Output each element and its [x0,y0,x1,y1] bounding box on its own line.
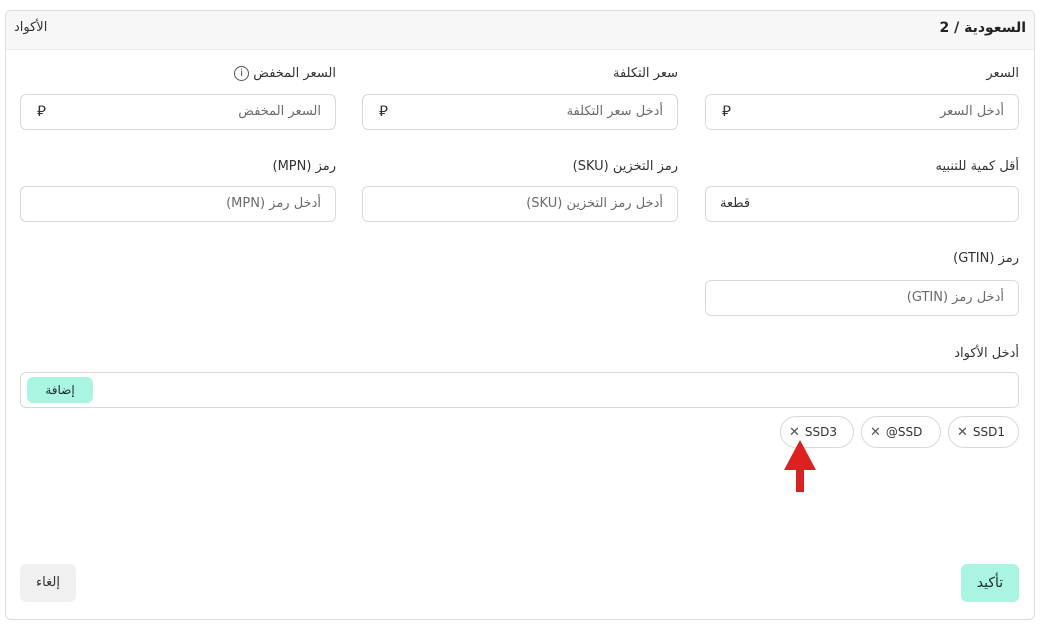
mpn-label: رمز (MPN) [272,159,336,174]
price-label: السعر [986,66,1019,81]
price-input[interactable]: أدخل السعر ⃁ [705,94,1019,130]
keyword-chip[interactable]: ✕ SSD1 [948,416,1019,448]
riyal-currency-icon: ⃁ [379,102,388,120]
gtin-placeholder: أدخل رمز (GTIN) [906,290,1004,305]
panel-header: السعودية / 2 الأكواد [6,11,1034,50]
price-placeholder: أدخل السعر [939,104,1004,119]
info-icon[interactable]: i [234,66,250,81]
section-title: الأكواد [14,20,48,35]
riyal-currency-icon: ⃁ [722,102,731,120]
close-icon[interactable]: ✕ [870,418,881,448]
discount-price-label-row: السعر المخفض i [228,66,336,81]
sku-input[interactable]: أدخل رمز التخزين (SKU) [362,186,678,222]
mpn-input[interactable]: أدخل رمز (MPN) [20,186,336,222]
arrow-head [784,440,816,470]
min-qty-unit: قطعة [720,196,751,211]
sku-placeholder: أدخل رمز التخزين (SKU) [526,196,663,211]
chip-label: SSD3 [804,425,838,439]
gtin-input[interactable]: أدخل رمز (GTIN) [705,280,1019,316]
arrow-shaft [796,468,804,492]
cost-price-label: سعر التكلفة [613,66,678,81]
panel-title: السعودية / 2 [939,20,1026,36]
min-qty-input[interactable]: قطعة [705,186,1019,222]
cancel-button[interactable]: إلغاء [20,564,76,602]
min-qty-label: أقل كمية للتنبيه [935,159,1019,174]
chip-label: @SSD [885,425,923,439]
discount-price-placeholder: السعر المخفض [238,104,321,119]
chip-label: SSD1 [972,425,1006,439]
keyword-chip[interactable]: ✕ @SSD [861,416,941,448]
keywords-input[interactable]: إضافة [20,372,1019,408]
mpn-placeholder: أدخل رمز (MPN) [226,196,321,211]
cost-price-input[interactable]: أدخل سعر التكلفة ⃁ [362,94,678,130]
sku-label: رمز التخزين (SKU) [572,159,678,174]
discount-price-input[interactable]: السعر المخفض ⃁ [20,94,336,130]
riyal-currency-icon: ⃁ [37,102,46,120]
close-icon[interactable]: ✕ [957,418,968,448]
confirm-button[interactable]: تأكيد [961,564,1019,602]
gtin-label: رمز (GTIN) [953,251,1019,266]
annotation-arrow-icon [784,440,816,492]
discount-price-label: السعر المخفض [253,66,336,81]
keywords-label: أدخل الأكواد [954,346,1019,361]
cost-price-placeholder: أدخل سعر التكلفة [566,104,663,119]
add-keyword-button[interactable]: إضافة [27,377,93,403]
